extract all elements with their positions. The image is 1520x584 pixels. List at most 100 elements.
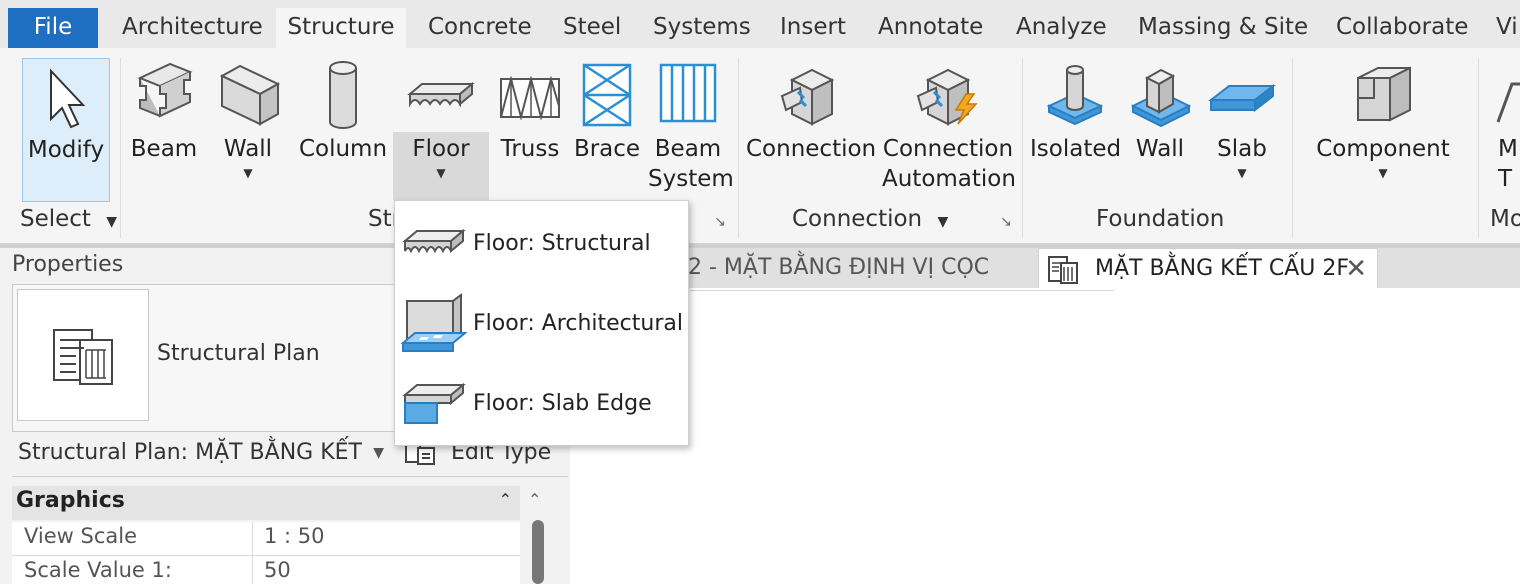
type-name: Structural Plan [157, 341, 320, 366]
view-tab-pile-layout[interactable]: 2 - MẶT BẰNG ĐỊNH VỊ CỌC [688, 248, 989, 288]
tab-analyze[interactable]: Analyze [1016, 8, 1107, 48]
model-text-icon [1496, 82, 1520, 123]
connection-automation-label-1: Connection [882, 136, 1014, 162]
panel-separator [1478, 58, 1479, 238]
wall-button[interactable]: Wall ▼ [212, 58, 284, 202]
property-value: 1 : 50 [264, 524, 325, 548]
properties-scrollbar[interactable]: ⌃ [522, 486, 554, 584]
truss-label: Truss [500, 136, 560, 162]
model-partial-label-1: M [1498, 136, 1518, 162]
tab-massing-site[interactable]: Massing & Site [1138, 8, 1308, 48]
property-row[interactable]: Scale Value 1: 50 [12, 556, 520, 584]
found-wall-label: Wall [1135, 136, 1185, 162]
beam-system-label-1: Beam [654, 136, 722, 162]
component-button[interactable]: Component ▼ [1310, 58, 1456, 202]
tab-file[interactable]: File [8, 8, 98, 48]
cursor-arrow-icon [50, 68, 86, 129]
tab-concrete[interactable]: Concrete [428, 8, 532, 48]
collapse-icon[interactable]: ⌃ [499, 490, 512, 509]
column-label: Column [298, 136, 388, 162]
panel-separator [738, 58, 739, 238]
floor-architectural-icon [401, 293, 467, 352]
connection-automation-label-2: Automation [882, 166, 1016, 192]
tab-systems[interactable]: Systems [653, 8, 751, 48]
floor-label: Floor [412, 136, 470, 162]
select-panel-label: Select [20, 206, 91, 232]
model-panel-label-partial: Mo [1490, 206, 1520, 232]
type-thumbnail [17, 289, 149, 421]
structural-plan-icon [53, 329, 113, 385]
tab-insert[interactable]: Insert [780, 8, 846, 48]
panel-separator [1022, 58, 1023, 238]
type-selector-value: Structural Plan: MẶT BẰNG KẾT [18, 440, 362, 465]
properties-divider [12, 476, 568, 477]
canvas-edge-line [690, 290, 1114, 291]
slab-foundation-button[interactable]: Slab ▼ [1204, 58, 1280, 202]
connection-button[interactable]: Connection [746, 58, 877, 202]
isolated-foundation-button[interactable]: Isolated [1030, 58, 1121, 202]
tab-structure[interactable]: Structure [276, 8, 406, 48]
connection-label: Connection [746, 136, 877, 162]
scrollbar-thumb[interactable] [532, 520, 544, 584]
truss-button[interactable]: Truss [494, 58, 566, 202]
truss-icon [500, 76, 560, 120]
chevron-down-icon: ▼ [1237, 166, 1247, 180]
graphics-section-header[interactable]: Graphics ⌃ [12, 486, 520, 520]
menu-item-label: Floor: Architectural [473, 311, 683, 336]
menu-item-label: Floor: Structural [473, 231, 651, 256]
beam-system-button[interactable]: Beam System [648, 58, 734, 202]
chevron-down-icon: ▼ [1378, 166, 1388, 180]
menu-item-floor-structural[interactable]: Floor: Structural [395, 203, 688, 283]
panel-separator [1292, 58, 1293, 238]
chevron-down-icon: ▼ [106, 214, 118, 230]
brace-button[interactable]: Brace [572, 58, 642, 202]
column-button[interactable]: Column [298, 58, 388, 202]
modify-button[interactable]: Modify [22, 58, 110, 202]
brace-label: Brace [573, 136, 641, 162]
chevron-down-icon: ▼ [243, 166, 253, 180]
floor-button[interactable]: Floor ▼ [393, 58, 489, 200]
dialog-launcher-icon[interactable]: ↘ [1000, 214, 1012, 230]
tab-architecture[interactable]: Architecture [122, 8, 263, 48]
modify-label: Modify [27, 137, 105, 163]
floor-slab-edge-icon [402, 382, 466, 424]
component-icon [1357, 66, 1411, 122]
tab-view-partial[interactable]: Vi [1496, 8, 1518, 48]
menu-item-floor-architectural[interactable]: Floor: Architectural [395, 283, 688, 363]
close-icon[interactable]: ✕ [1345, 249, 1367, 289]
floor-icon [407, 81, 475, 108]
structural-plan-icon [1048, 256, 1078, 284]
view-tabs: 2 - MẶT BẰNG ĐỊNH VỊ CỌC MẶT BẰNG KẾT CẤ… [570, 248, 1520, 288]
column-divider [252, 556, 253, 584]
select-panel-dropdown[interactable]: Select ▼ [20, 206, 117, 232]
type-selector-dropdown[interactable]: Structural Plan: MẶT BẰNG KẾT ▼ [12, 436, 392, 470]
model-partial-label-2: T [1498, 166, 1513, 192]
beam-button[interactable]: Beam [128, 58, 200, 202]
scroll-up-icon[interactable]: ⌃ [528, 490, 541, 509]
property-row[interactable]: View Scale 1 : 50 [12, 522, 520, 556]
brace-icon [582, 63, 632, 127]
slab-label: Slab [1217, 136, 1267, 162]
wall-foundation-button[interactable]: Wall [1126, 58, 1194, 202]
view-tab-structural-2f[interactable]: MẶT BẰNG KẾT CẤU 2F ✕ [1038, 248, 1378, 288]
dialog-launcher-icon[interactable]: ↘ [714, 214, 726, 230]
wall-foundation-icon [1130, 68, 1191, 128]
tab-collaborate[interactable]: Collaborate [1336, 8, 1468, 48]
menu-item-floor-slab-edge[interactable]: Floor: Slab Edge [395, 363, 688, 443]
chevron-down-icon: ▼ [436, 166, 446, 180]
tab-annotate[interactable]: Annotate [878, 8, 983, 48]
connection-automation-icon [916, 68, 978, 126]
chevron-down-icon: ▼ [937, 214, 949, 230]
ribbon-tab-bar: File Architecture Structure Concrete Ste… [0, 0, 1520, 48]
view-tab-label: MẶT BẰNG KẾT CẤU 2F [1095, 256, 1350, 281]
connection-automation-button[interactable]: Connection Automation [882, 58, 1016, 202]
connection-icon [780, 68, 835, 126]
beam-system-label-2: System [648, 166, 734, 192]
graphics-section-title: Graphics [16, 488, 125, 513]
beam-icon [137, 62, 193, 118]
connection-panel-dropdown[interactable]: Connection ▼ [792, 206, 948, 232]
tab-steel[interactable]: Steel [563, 8, 621, 48]
floor-structural-icon [402, 228, 466, 254]
model-text-button-partial[interactable]: M T [1490, 58, 1520, 202]
drawing-canvas[interactable] [570, 288, 1520, 584]
